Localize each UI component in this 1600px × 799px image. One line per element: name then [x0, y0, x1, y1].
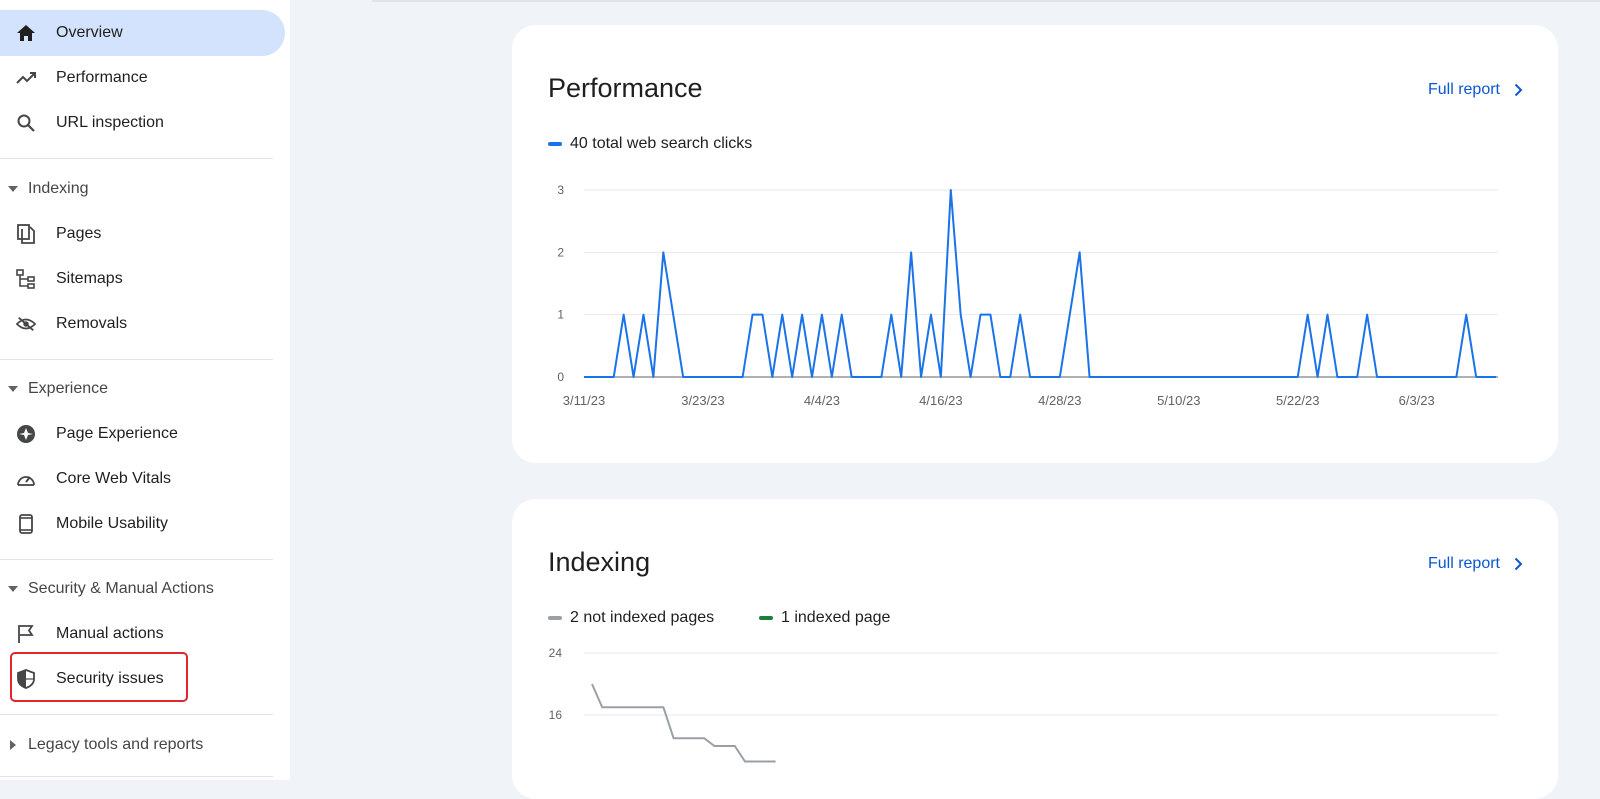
x-tick-label: 3/23/23: [681, 393, 724, 408]
divider: [0, 559, 273, 560]
eye-off-icon: [16, 314, 36, 334]
flag-icon: [16, 624, 36, 644]
sidebar-item-url-inspection[interactable]: URL inspection: [0, 100, 285, 146]
x-tick-label: 4/28/23: [1038, 393, 1081, 408]
caret-down-icon: [8, 584, 18, 594]
section-header-legacy[interactable]: Legacy tools and reports: [0, 730, 285, 760]
divider: [0, 359, 273, 360]
x-tick-label: 6/3/23: [1399, 393, 1435, 408]
section-title: Experience: [28, 380, 109, 397]
series-line-clicks[interactable]: [584, 189, 1496, 378]
sidebar: Overview Performance URL inspection Inde…: [0, 0, 290, 780]
caret-right-icon: [8, 740, 18, 750]
x-tick-label: 3/11/23: [563, 393, 605, 408]
sidebar-item-label: Manual actions: [56, 625, 164, 642]
section-header-security[interactable]: Security & Manual Actions: [0, 574, 285, 604]
sidebar-item-label: Core Web Vitals: [56, 470, 172, 487]
pages-icon: [16, 224, 36, 244]
sidebar-item-performance[interactable]: Performance: [0, 55, 285, 101]
mobile-icon: [16, 514, 36, 534]
sidebar-item-label: URL inspection: [56, 114, 164, 131]
sidebar-item-label: Removals: [56, 315, 128, 332]
y-tick-label: 2: [557, 245, 564, 259]
top-divider: [372, 0, 1600, 2]
sidebar-item-label: Mobile Usability: [56, 515, 169, 532]
y-tick-label: 16: [549, 708, 563, 722]
divider: [0, 776, 273, 777]
series-line-not-indexed[interactable]: [591, 683, 776, 763]
sidebar-item-mobile-usability[interactable]: Mobile Usability: [0, 501, 285, 547]
sidebar-item-label: Sitemaps: [56, 270, 123, 287]
x-tick-label: 5/10/23: [1157, 393, 1200, 408]
indexing-card: Indexing Full report 2 not indexed pages…: [512, 499, 1558, 799]
section-title: Security & Manual Actions: [28, 580, 214, 597]
sidebar-item-core-web-vitals[interactable]: Core Web Vitals: [0, 456, 285, 502]
sidebar-item-overview[interactable]: Overview: [0, 10, 285, 56]
y-tick-label: 0: [557, 370, 564, 384]
x-tick-label: 4/16/23: [919, 393, 962, 408]
x-tick-label: 5/22/23: [1276, 393, 1319, 408]
search-icon: [16, 113, 36, 133]
sidebar-item-pages[interactable]: Pages: [0, 211, 285, 257]
trending-up-icon: [16, 68, 36, 88]
caret-down-icon: [8, 384, 18, 394]
page-experience-icon: [16, 424, 36, 444]
highlight-box: [10, 652, 188, 702]
section-header-indexing[interactable]: Indexing: [0, 174, 285, 204]
sidebar-item-label: Page Experience: [56, 425, 178, 442]
home-icon: [16, 23, 36, 43]
section-title: Indexing: [28, 180, 89, 197]
y-tick-label: 3: [557, 183, 564, 197]
divider: [0, 158, 273, 159]
sidebar-item-label: Overview: [56, 24, 123, 41]
y-tick-label: 1: [557, 308, 564, 322]
sidebar-item-page-experience[interactable]: Page Experience: [0, 411, 285, 457]
performance-card: Performance Full report 40 total web sea…: [512, 25, 1558, 463]
indexing-chart: 1624: [549, 646, 1498, 763]
sidebar-item-sitemaps[interactable]: Sitemaps: [0, 256, 285, 302]
sidebar-item-label: Performance: [56, 69, 148, 86]
sitemap-icon: [16, 269, 36, 289]
section-header-experience[interactable]: Experience: [0, 374, 285, 404]
section-title: Legacy tools and reports: [28, 736, 204, 753]
caret-down-icon: [8, 184, 18, 194]
x-tick-label: 4/4/23: [804, 393, 840, 408]
sidebar-item-removals[interactable]: Removals: [0, 301, 285, 347]
y-tick-label: 24: [549, 646, 563, 660]
speedometer-icon: [16, 469, 36, 489]
sidebar-item-label: Pages: [56, 225, 102, 242]
divider: [0, 714, 273, 715]
sidebar-item-manual-actions[interactable]: Manual actions: [0, 611, 285, 657]
performance-chart: 0 1 2 3 3/11/23 3/23/23 4/4/23 4/16/23 4/28/23 5/…: [557, 183, 1498, 408]
